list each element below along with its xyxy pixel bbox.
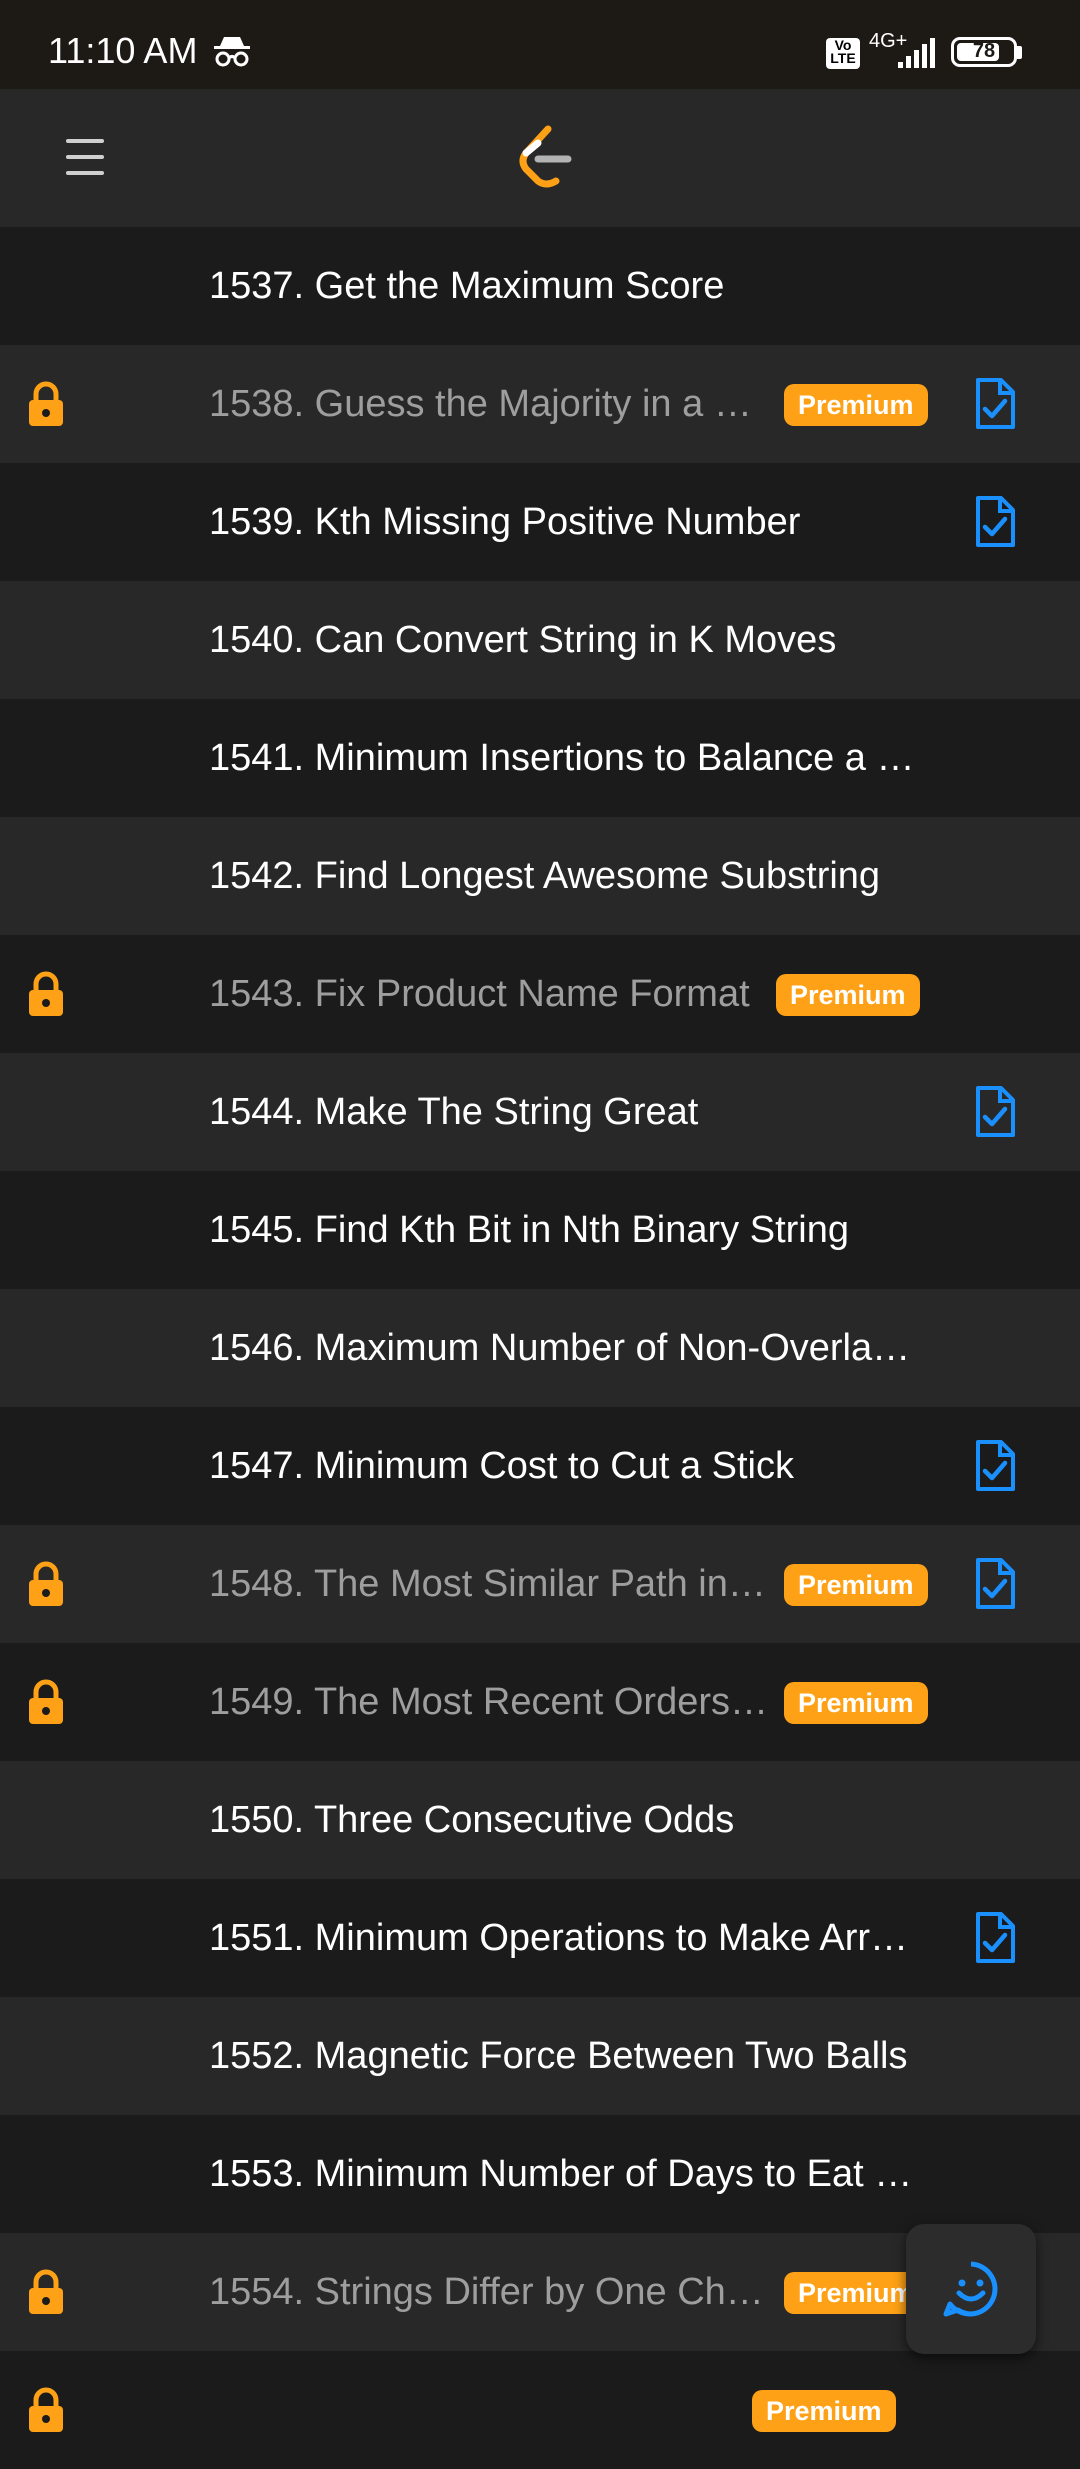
problem-row[interactable]: 1550. Three Consecutive Odds [0, 1761, 1080, 1879]
problem-title: 1541. Minimum Insertions to Balance a … [209, 737, 915, 779]
problem-row[interactable]: 1542. Find Longest Awesome Substring [0, 817, 1080, 935]
problem-row[interactable]: 1543. Fix Product Name Format Premium [0, 935, 1080, 1053]
problem-title: 1547. Minimum Cost to Cut a Stick [209, 1445, 794, 1487]
leetcode-logo[interactable] [512, 123, 578, 193]
signal-strength-icon [898, 38, 935, 68]
problem-row[interactable]: 1548. The Most Similar Path in… Premium [0, 1525, 1080, 1643]
problem-title: 1540. Can Convert String in K Moves [209, 619, 837, 661]
app-bar [0, 89, 1080, 227]
premium-badge: Premium [776, 974, 920, 1016]
solution-document-icon[interactable] [973, 1439, 1017, 1493]
problem-list: 1537. Get the Maximum Score 1538. Guess t… [0, 227, 1080, 2469]
solution-document-icon[interactable] [973, 1557, 1017, 1611]
hamburger-menu-icon[interactable] [60, 133, 110, 183]
problem-row[interactable]: 1537. Get the Maximum Score [0, 227, 1080, 345]
battery-indicator: 78 [951, 37, 1017, 67]
problem-row[interactable]: 1538. Guess the Majority in a … Premium [0, 345, 1080, 463]
lock-icon [29, 2269, 63, 2314]
problem-title: 1552. Magnetic Force Between Two Balls [209, 2035, 908, 2077]
problem-title: 1543. Fix Product Name Format [209, 973, 750, 1015]
problem-row[interactable]: Premium [0, 2351, 1080, 2469]
lock-icon [29, 971, 63, 1016]
lock-icon [29, 1561, 63, 1606]
lock-icon [29, 1679, 63, 1724]
battery-tip [1017, 46, 1022, 59]
status-bar: 11:10 AM Vo LTE 4G+ 78 [0, 0, 1080, 89]
solution-document-icon[interactable] [973, 1085, 1017, 1139]
problem-title: 1539. Kth Missing Positive Number [209, 501, 801, 543]
battery-level: 78 [972, 40, 996, 62]
incognito-icon [214, 37, 250, 67]
premium-badge: Premium [752, 2390, 896, 2432]
premium-badge: Premium [784, 1682, 928, 1724]
feedback-smiley-icon [943, 2261, 998, 2317]
problem-row[interactable]: 1539. Kth Missing Positive Number [0, 463, 1080, 581]
problem-row[interactable]: 1551. Minimum Operations to Make Arr… [0, 1879, 1080, 1997]
problem-title: 1548. The Most Similar Path in… [209, 1563, 766, 1605]
problem-row[interactable]: 1553. Minimum Number of Days to Eat … [0, 2115, 1080, 2233]
volte-icon: Vo LTE [826, 38, 860, 69]
premium-badge: Premium [784, 1564, 928, 1606]
problem-title: 1537. Get the Maximum Score [209, 265, 725, 307]
status-time: 11:10 AM [48, 30, 198, 71]
solution-document-icon[interactable] [973, 377, 1017, 431]
problem-row[interactable]: 1545. Find Kth Bit in Nth Binary String [0, 1171, 1080, 1289]
lock-icon [29, 381, 63, 426]
problem-title: 1551. Minimum Operations to Make Arr… [209, 1917, 909, 1959]
problem-title: 1546. Maximum Number of Non-Overla… [209, 1327, 911, 1369]
problem-title: 1553. Minimum Number of Days to Eat … [209, 2153, 913, 2195]
feedback-button[interactable] [906, 2224, 1036, 2354]
problem-row[interactable]: 1552. Magnetic Force Between Two Balls [0, 1997, 1080, 2115]
problem-row[interactable]: 1540. Can Convert String in K Moves [0, 581, 1080, 699]
problem-row[interactable]: 1547. Minimum Cost to Cut a Stick [0, 1407, 1080, 1525]
problem-row[interactable]: 1546. Maximum Number of Non-Overla… [0, 1289, 1080, 1407]
problem-title: 1554. Strings Differ by One Ch… [209, 2271, 764, 2313]
premium-badge: Premium [784, 384, 928, 426]
problem-title: 1542. Find Longest Awesome Substring [209, 855, 881, 897]
problem-row[interactable]: 1541. Minimum Insertions to Balance a … [0, 699, 1080, 817]
problem-title: 1549. The Most Recent Orders… [209, 1681, 768, 1723]
problem-title: 1544. Make The String Great [209, 1091, 699, 1133]
problem-title: 1545. Find Kth Bit in Nth Binary String [209, 1209, 849, 1251]
solution-document-icon[interactable] [973, 495, 1017, 549]
problem-title: 1550. Three Consecutive Odds [209, 1799, 735, 1841]
problem-row[interactable]: 1544. Make The String Great [0, 1053, 1080, 1171]
problem-title: 1538. Guess the Majority in a … [209, 383, 752, 425]
problem-row[interactable]: 1549. The Most Recent Orders… Premium [0, 1643, 1080, 1761]
lock-icon [29, 2387, 63, 2432]
solution-document-icon[interactable] [973, 1911, 1017, 1965]
